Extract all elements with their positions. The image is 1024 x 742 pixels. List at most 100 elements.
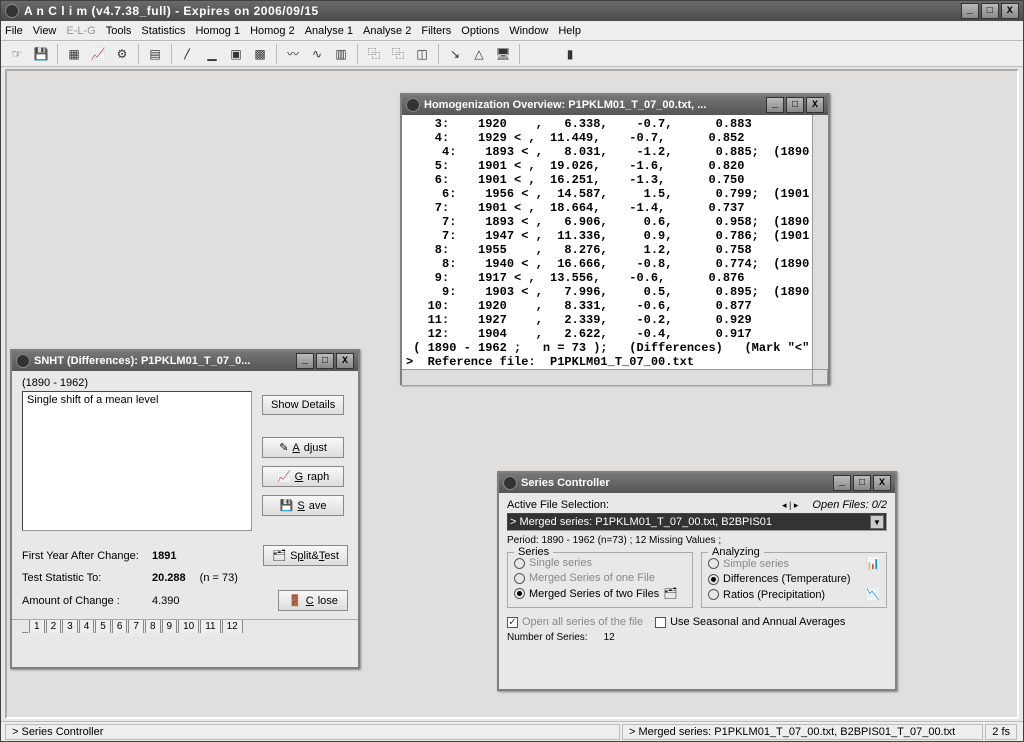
- menu-filters[interactable]: Filters: [421, 25, 451, 37]
- menu-help[interactable]: Help: [558, 25, 581, 37]
- snht-tab-1[interactable]: 1: [29, 620, 45, 633]
- snht-close[interactable]: X: [336, 353, 354, 369]
- adjust-button[interactable]: ✎ Adjust: [262, 437, 344, 458]
- menu-window[interactable]: Window: [509, 25, 548, 37]
- tool-copy2[interactable]: ⿻: [388, 44, 408, 64]
- overview-maximize[interactable]: □: [786, 97, 804, 113]
- overview-close[interactable]: X: [806, 97, 824, 113]
- overview-text[interactable]: 3: 1920 , 6.338, -0.7, 0.883 4: 1929 < ,…: [402, 115, 812, 369]
- toolbar: ☞ 💾 ▦ 📈 ⚙ ▤ 〳 ▁ ▣ ▩ 〰 ∿ ▥ ⿻ ⿻ ◫ ↘ △ 🖥 ▮: [1, 41, 1023, 67]
- snht-range: (1890 - 1962): [22, 377, 348, 389]
- chk-seasonal-label: Use Seasonal and Annual Averages: [670, 616, 845, 628]
- snht-tab-3[interactable]: 3: [62, 620, 78, 633]
- show-details-button[interactable]: Show Details: [262, 395, 344, 415]
- snht-maximize[interactable]: □: [316, 353, 334, 369]
- menu-homog2[interactable]: Homog 2: [250, 25, 295, 37]
- tool-chart1[interactable]: 📈: [88, 44, 108, 64]
- tool-bar[interactable]: ▁: [202, 44, 222, 64]
- snht-minimize[interactable]: _: [296, 353, 314, 369]
- snht-tab-10[interactable]: 10: [178, 620, 199, 633]
- tool-peak[interactable]: △: [469, 44, 489, 64]
- close-button[interactable]: X: [1001, 3, 1019, 19]
- snht-list-item: Single shift of a mean level: [27, 394, 158, 406]
- snht-window: SNHT (Differences): P1PKLM01_T_07_0... _…: [10, 349, 360, 669]
- minimize-button[interactable]: _: [961, 3, 979, 19]
- chart-icon[interactable]: 📊: [866, 557, 880, 570]
- menu-file[interactable]: File: [5, 25, 23, 37]
- snht-titlebar: SNHT (Differences): P1PKLM01_T_07_0... _…: [12, 351, 358, 371]
- series-combo-text: > Merged series: P1PKLM01_T_07_00.txt, B…: [510, 516, 866, 528]
- menu-view[interactable]: View: [33, 25, 57, 37]
- snht-tab-5[interactable]: 5: [95, 620, 111, 633]
- menu-homog1[interactable]: Homog 1: [195, 25, 240, 37]
- radio-single-series: [514, 558, 525, 569]
- ratio-icon[interactable]: 📉: [866, 588, 880, 601]
- tool-marker[interactable]: ▮: [560, 44, 580, 64]
- radio-merged-two[interactable]: [514, 588, 525, 599]
- tool-box1[interactable]: ▣: [226, 44, 246, 64]
- controller-maximize[interactable]: □: [853, 475, 871, 491]
- tool-chart2[interactable]: ◫: [412, 44, 432, 64]
- tool-wave1[interactable]: 〰: [283, 44, 303, 64]
- split-test-button[interactable]: 🗂 Split&Test: [263, 545, 348, 566]
- spin-buttons[interactable]: ◂ | ▸: [782, 500, 798, 511]
- tool-open[interactable]: ☞: [7, 44, 27, 64]
- chk-open-all: [507, 617, 518, 628]
- menu-analyse2[interactable]: Analyse 2: [363, 25, 411, 37]
- tool-screen[interactable]: 🖥: [493, 44, 513, 64]
- chk-seasonal[interactable]: [655, 617, 666, 628]
- save-button[interactable]: 💾 Save: [262, 495, 344, 516]
- status-far: 2 fs: [985, 724, 1017, 740]
- menu-tools[interactable]: Tools: [106, 25, 132, 37]
- snht-tab-7[interactable]: 7: [128, 620, 144, 633]
- overview-minimize[interactable]: _: [766, 97, 784, 113]
- radio-ratios[interactable]: [708, 589, 719, 600]
- tool-grid[interactable]: ▦: [64, 44, 84, 64]
- tool-calc[interactable]: ▤: [145, 44, 165, 64]
- first-year-value: 1891: [152, 550, 176, 562]
- radio-merged-one: [514, 573, 525, 584]
- overview-titlebar: Homogenization Overview: P1PKLM01_T_07_0…: [402, 95, 828, 115]
- radio-simple: [708, 558, 719, 569]
- controller-title: Series Controller: [521, 477, 610, 489]
- snht-tab-6[interactable]: 6: [112, 620, 128, 633]
- snht-tab-4[interactable]: 4: [79, 620, 95, 633]
- tool-line[interactable]: 〳: [178, 44, 198, 64]
- maximize-button[interactable]: □: [981, 3, 999, 19]
- series-combo[interactable]: > Merged series: P1PKLM01_T_07_00.txt, B…: [507, 513, 887, 531]
- menu-options[interactable]: Options: [461, 25, 499, 37]
- tool-box2[interactable]: ▩: [250, 44, 270, 64]
- chk-open-all-label: Open all series of the file: [522, 616, 643, 628]
- radio-differences[interactable]: [708, 574, 719, 585]
- tool-wave2[interactable]: ∿: [307, 44, 327, 64]
- menu-analyse1[interactable]: Analyse 1: [305, 25, 353, 37]
- tool-save[interactable]: 💾: [31, 44, 51, 64]
- snht-tab-8[interactable]: 8: [145, 620, 161, 633]
- open-files-label: Open Files: 0/2: [812, 499, 887, 511]
- analyzing-group-label: Analyzing: [708, 546, 764, 558]
- tool-measure[interactable]: ↘: [445, 44, 465, 64]
- snht-tab-11[interactable]: 11: [200, 620, 220, 633]
- app-titlebar: A n C l i m (v4.7.38_full) - Expires on …: [1, 1, 1023, 21]
- tool-copy1[interactable]: ⿻: [364, 44, 384, 64]
- menu-elg: E-L-G: [66, 25, 95, 37]
- graph-button[interactable]: 📈 Graph: [262, 466, 344, 487]
- snht-tab-2[interactable]: 2: [46, 620, 62, 633]
- test-stat-value: 20.288: [152, 572, 186, 584]
- controller-close[interactable]: X: [873, 475, 891, 491]
- menu-statistics[interactable]: Statistics: [141, 25, 185, 37]
- snht-tab-12[interactable]: 12: [222, 620, 243, 633]
- snht-tab-9[interactable]: 9: [162, 620, 178, 633]
- tool-config[interactable]: ⚙: [112, 44, 132, 64]
- amount-value: 4.390: [152, 595, 180, 607]
- tool-grid2[interactable]: ▥: [331, 44, 351, 64]
- overview-scroll-h[interactable]: [402, 369, 812, 385]
- files-icon[interactable]: 🗂: [663, 587, 677, 600]
- snht-listbox[interactable]: Single shift of a mean level: [22, 391, 252, 531]
- overview-title: Homogenization Overview: P1PKLM01_T_07_0…: [424, 99, 706, 111]
- overview-scroll-v[interactable]: [812, 115, 828, 369]
- close-snht-button[interactable]: 🚪 Close: [278, 590, 348, 611]
- test-stat-n: (n = 73): [200, 572, 238, 584]
- status-right: > Merged series: P1PKLM01_T_07_00.txt, B…: [622, 724, 983, 740]
- controller-minimize[interactable]: _: [833, 475, 851, 491]
